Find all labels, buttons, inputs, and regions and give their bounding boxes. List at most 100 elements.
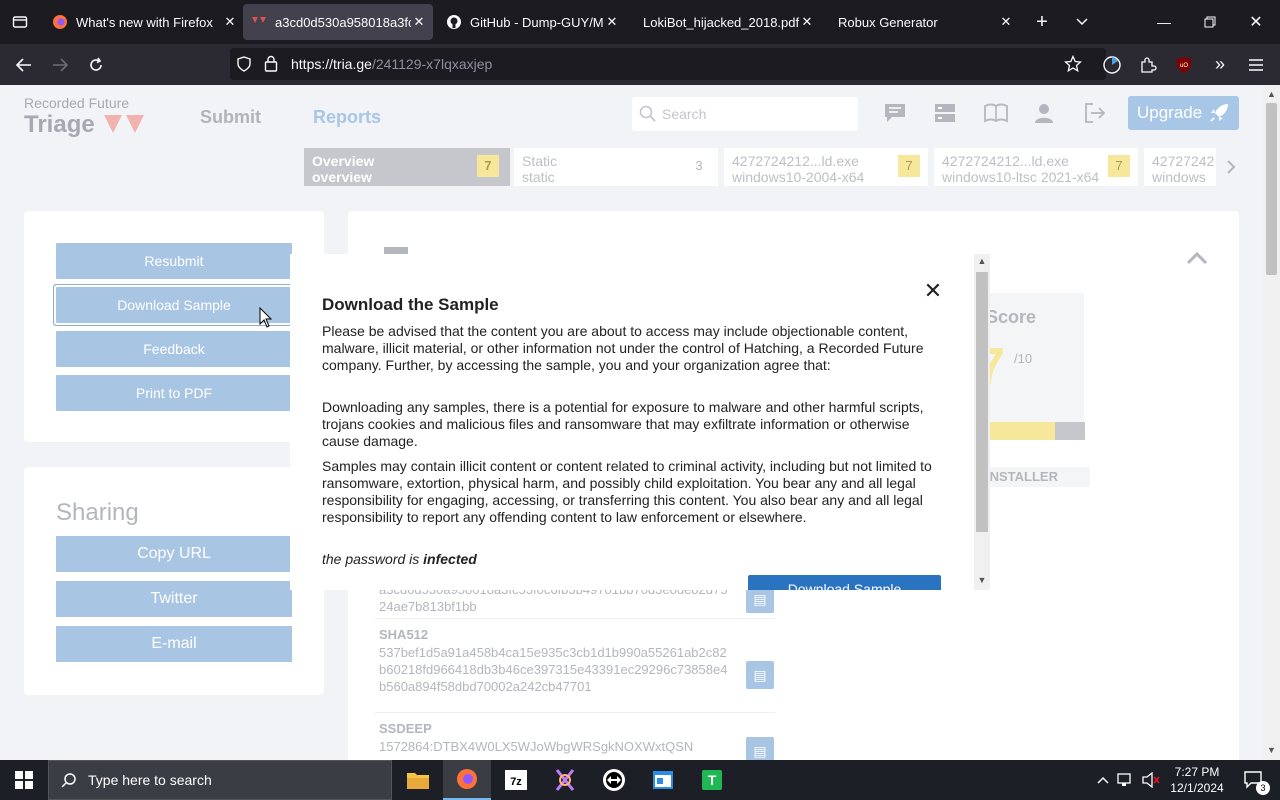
reload-icon[interactable] bbox=[80, 44, 112, 85]
twitter-button[interactable]: Twitter bbox=[56, 581, 292, 617]
clipboard-icon[interactable]: ▤ bbox=[746, 737, 774, 760]
shield-icon[interactable] bbox=[236, 56, 252, 77]
subtab-title: 4272724212...ld.exe bbox=[732, 153, 859, 169]
tab-title: GitHub - Dump-GUY/Mal bbox=[470, 14, 604, 30]
forward-icon[interactable] bbox=[44, 44, 76, 85]
tab-lokibot-pdf[interactable]: LokiBot_hijacked_2018.pdf ✕ bbox=[643, 0, 815, 44]
subtab-title: Static bbox=[522, 153, 558, 169]
bookmark-star-icon[interactable] bbox=[1063, 54, 1083, 78]
chevron-right-icon[interactable] bbox=[1226, 159, 1236, 180]
subtab-title: 4272724212...ld.exe bbox=[942, 153, 1069, 169]
teamviewer-icon[interactable] bbox=[590, 760, 638, 800]
close-tab-icon[interactable]: ✕ bbox=[222, 14, 238, 30]
server-icon[interactable] bbox=[934, 103, 958, 125]
clipboard-icon[interactable]: ▤ bbox=[746, 661, 774, 689]
divider bbox=[375, 712, 775, 713]
logout-icon[interactable] bbox=[1084, 103, 1108, 125]
url-bar[interactable]: https://tria.ge/241129-x7lqxaxjep bbox=[230, 48, 1106, 80]
close-window-icon[interactable]: ✕ bbox=[1240, 6, 1272, 38]
taskbar-search-input[interactable]: Type here to search bbox=[48, 760, 392, 800]
imhex-icon[interactable] bbox=[541, 760, 589, 800]
chevron-up-icon[interactable] bbox=[1186, 251, 1208, 270]
email-button[interactable]: E-mail bbox=[56, 626, 292, 662]
tab-title: What's new with Firefox bbox=[76, 14, 213, 30]
back-icon[interactable] bbox=[8, 44, 40, 85]
restore-icon[interactable] bbox=[1194, 6, 1226, 38]
close-tab-icon[interactable]: ✕ bbox=[604, 14, 620, 30]
show-hidden-icons-icon[interactable] bbox=[1092, 760, 1114, 800]
clock-date: 12/1/2024 bbox=[1170, 781, 1224, 795]
user-icon[interactable] bbox=[1034, 103, 1058, 125]
actions-card: Resubmit Download Sample Feedback Print … bbox=[24, 211, 324, 442]
close-tab-icon[interactable]: ✕ bbox=[411, 14, 427, 30]
tab-title: LokiBot_hijacked_2018.pdf bbox=[643, 14, 799, 30]
scrollbar-thumb[interactable] bbox=[1266, 103, 1277, 275]
subtab-static[interactable]: Static static 3 bbox=[514, 148, 718, 186]
scroll-up-arrow[interactable]: ▲ bbox=[1263, 89, 1280, 99]
close-tab-icon[interactable]: ✕ bbox=[799, 14, 815, 30]
copy-url-button[interactable]: Copy URL bbox=[56, 536, 292, 572]
github-icon bbox=[446, 14, 462, 30]
extensions-puzzle-icon[interactable] bbox=[1132, 44, 1164, 85]
tab-triage-report[interactable]: a3cd0d530a958018a3fc53f ✕ bbox=[243, 4, 433, 40]
book-icon[interactable] bbox=[984, 103, 1008, 125]
ssdeep-value: 1572864:DTBX4W0LX5WJoWbgWRSgkNOXWxtQSN bbox=[379, 739, 694, 754]
divider bbox=[375, 618, 775, 619]
download-sample-button[interactable]: Download Sample bbox=[56, 287, 292, 323]
firefox-view-icon[interactable] bbox=[4, 6, 36, 38]
t-app-icon[interactable]: T bbox=[688, 760, 736, 800]
tab-github[interactable]: GitHub - Dump-GUY/Mal ✕ bbox=[446, 0, 620, 44]
scroll-up-arrow[interactable]: ▲ bbox=[974, 256, 990, 266]
search-placeholder: Search bbox=[662, 106, 707, 122]
list-all-tabs-icon[interactable] bbox=[1066, 6, 1098, 38]
nav-reports[interactable]: Reports bbox=[313, 107, 381, 128]
volume-muted-icon[interactable] bbox=[1140, 760, 1162, 800]
subtab-overview[interactable]: Overview overview 7 bbox=[304, 148, 510, 186]
close-icon[interactable]: ✕ bbox=[922, 280, 944, 302]
score-badge: 7 bbox=[898, 155, 920, 177]
url-text[interactable]: https://tria.ge/241129-x7lqxaxjep bbox=[291, 48, 492, 80]
upgrade-button[interactable]: Upgrade bbox=[1128, 96, 1239, 130]
new-tab-icon[interactable]: + bbox=[1026, 6, 1058, 38]
file-explorer-icon[interactable] bbox=[394, 760, 442, 800]
scroll-down-arrow[interactable]: ▼ bbox=[974, 575, 990, 585]
modal-scrollbar[interactable]: ▲ ▼ bbox=[974, 254, 990, 590]
notifications-icon[interactable]: 3 bbox=[1234, 760, 1274, 800]
page-scrollbar[interactable]: ▲ ▼ bbox=[1263, 85, 1280, 760]
windows-start-icon[interactable] bbox=[0, 760, 48, 800]
extension-timer-icon[interactable] bbox=[1096, 44, 1128, 85]
feedback-button[interactable]: Feedback bbox=[56, 331, 292, 367]
hamburger-menu-icon[interactable] bbox=[1240, 44, 1272, 85]
app-window-icon[interactable] bbox=[639, 760, 687, 800]
taskbar-clock[interactable]: 7:27 PM 12/1/2024 bbox=[1168, 764, 1226, 796]
ublock-origin-icon[interactable]: uO bbox=[1168, 44, 1200, 85]
logo-recorded-future[interactable]: Recorded Future bbox=[24, 95, 129, 111]
subtab-windows10-ltsc[interactable]: 4272724212...ld.exe windows10-ltsc 2021-… bbox=[934, 148, 1138, 186]
chat-icon[interactable] bbox=[884, 103, 908, 125]
score-title: Score bbox=[986, 307, 1037, 327]
tab-whats-new[interactable]: What's new with Firefox ✕ bbox=[52, 0, 238, 44]
triage-logo-icon bbox=[104, 115, 148, 140]
scroll-down-arrow[interactable]: ▼ bbox=[1263, 745, 1280, 755]
subtab-subtitle: windows10-2004-x64 bbox=[732, 169, 865, 185]
search-input[interactable]: Search bbox=[632, 97, 858, 131]
lock-icon[interactable] bbox=[264, 55, 278, 77]
network-icon[interactable] bbox=[1115, 760, 1137, 800]
modal-title: Download the Sample bbox=[322, 295, 499, 314]
browser-tab-bar: What's new with Firefox ✕ a3cd0d530a9580… bbox=[0, 0, 1280, 44]
firefox-taskbar-icon[interactable] bbox=[443, 760, 491, 800]
logo-triage[interactable]: Triage bbox=[24, 111, 95, 139]
close-tab-icon[interactable]: ✕ bbox=[998, 14, 1014, 30]
subtab-windows10-2004[interactable]: 4272724212...ld.exe windows10-2004-x64 7 bbox=[724, 148, 928, 186]
7zip-icon[interactable]: 7z bbox=[492, 760, 540, 800]
nav-submit[interactable]: Submit bbox=[200, 107, 261, 128]
modal-scrollbar-thumb[interactable] bbox=[976, 272, 988, 532]
print-pdf-button[interactable]: Print to PDF bbox=[56, 375, 292, 411]
more-tools-icon[interactable]: » bbox=[1204, 44, 1236, 85]
modal-download-button[interactable]: Download Sample bbox=[748, 575, 941, 590]
resubmit-button[interactable]: Resubmit bbox=[56, 243, 292, 279]
search-icon bbox=[61, 772, 77, 791]
tab-robux-generator[interactable]: Robux Generator ✕ bbox=[838, 0, 1014, 44]
minimize-icon[interactable]: — bbox=[1148, 6, 1180, 38]
subtab-windows-more[interactable]: 42727242 windows bbox=[1144, 148, 1216, 186]
